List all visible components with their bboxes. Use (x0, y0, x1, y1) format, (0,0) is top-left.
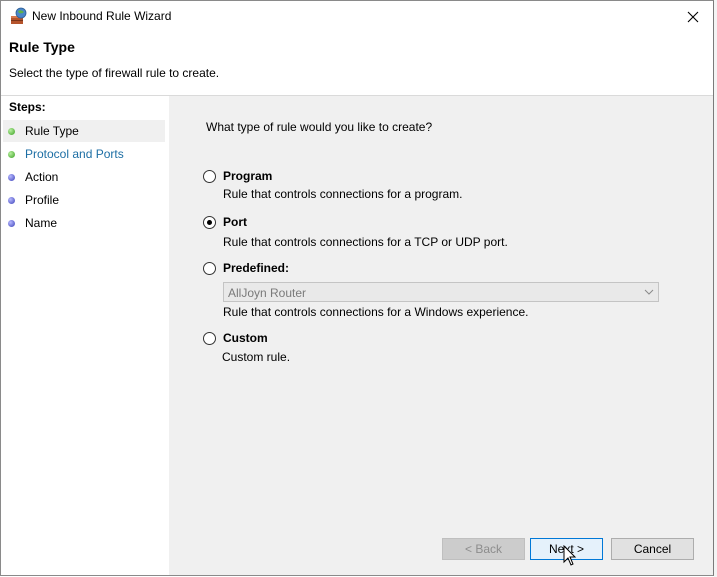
step-label: Rule Type (25, 124, 79, 138)
option-label[interactable]: Predefined: (223, 261, 289, 275)
steps-title: Steps: (9, 100, 46, 114)
close-button[interactable] (673, 1, 713, 32)
option-description: Rule that controls connections for a Win… (223, 305, 529, 319)
cancel-button[interactable]: Cancel (611, 538, 694, 560)
option-label[interactable]: Program (223, 169, 272, 183)
step-action: Action (3, 166, 165, 188)
steps-pane: Steps: Rule Type Protocol and Ports Acti… (1, 96, 169, 575)
port-radio[interactable] (203, 216, 216, 229)
step-label: Profile (25, 193, 60, 207)
option-description: Custom rule. (222, 350, 291, 364)
option-label[interactable]: Port (223, 215, 247, 229)
step-complete-icon (8, 128, 15, 135)
option-description: Rule that controls connections for a pro… (223, 187, 463, 201)
program-radio[interactable] (203, 170, 216, 183)
custom-radio[interactable] (203, 332, 216, 345)
window-title: New Inbound Rule Wizard (32, 9, 172, 23)
firewall-wizard-icon (11, 7, 27, 24)
page-description: Select the type of firewall rule to crea… (9, 66, 220, 80)
predefined-select-value: AllJoyn Router (228, 286, 307, 300)
step-label: Name (25, 216, 58, 230)
predefined-select: AllJoyn Router (223, 282, 659, 302)
step-rule-type[interactable]: Rule Type (3, 120, 165, 142)
mouse-cursor-icon (563, 545, 577, 566)
chevron-down-icon (644, 289, 654, 295)
rule-type-question: What type of rule would you like to crea… (206, 120, 433, 134)
step-protocol-and-ports[interactable]: Protocol and Ports (3, 143, 165, 165)
close-icon (687, 11, 699, 22)
step-label[interactable]: Protocol and Ports (25, 147, 124, 161)
title-bar: New Inbound Rule Wizard (1, 1, 713, 32)
step-label: Action (25, 170, 59, 184)
wizard-header: Rule Type Select the type of firewall ru… (1, 32, 713, 96)
step-profile: Profile (3, 189, 165, 211)
step-pending-icon (8, 174, 15, 181)
step-pending-icon (8, 220, 15, 227)
page-title: Rule Type (9, 39, 75, 55)
option-label[interactable]: Custom (223, 331, 268, 345)
back-button[interactable]: < Back (442, 538, 525, 560)
wizard-window: New Inbound Rule Wizard Rule Type Select… (0, 0, 714, 576)
predefined-radio[interactable] (203, 262, 216, 275)
step-name: Name (3, 212, 165, 234)
step-complete-icon (8, 151, 15, 158)
step-pending-icon (8, 197, 15, 204)
option-description: Rule that controls connections for a TCP… (223, 235, 508, 249)
rule-type-panel: What type of rule would you like to crea… (169, 96, 713, 575)
